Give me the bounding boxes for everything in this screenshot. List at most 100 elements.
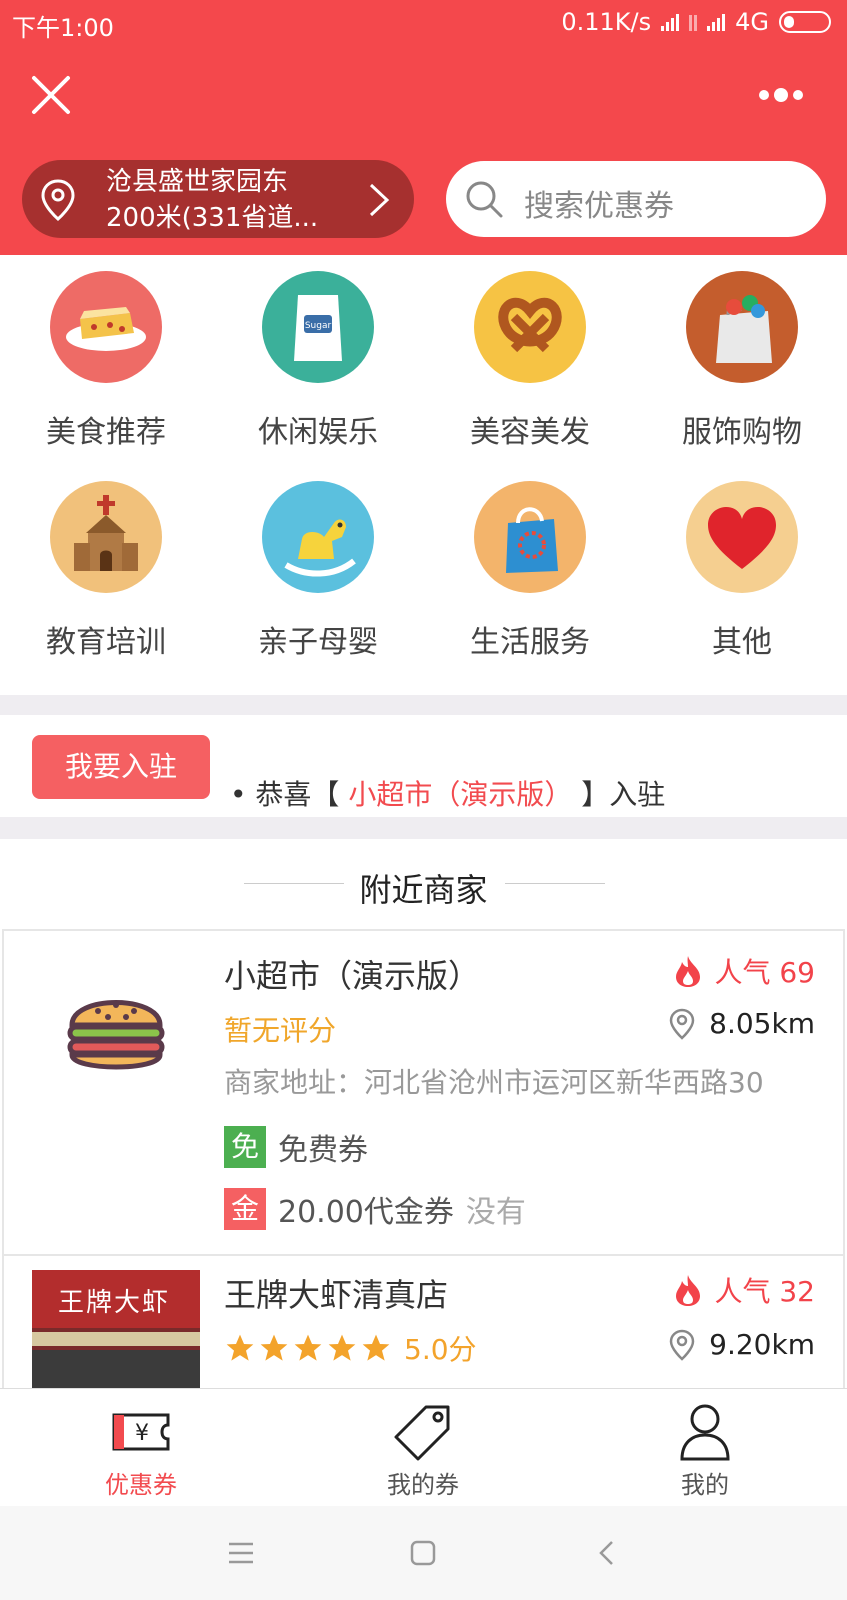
bottom-tabbar: ¥ 优惠券 我的券 我的: [0, 1388, 847, 1506]
location-text: 沧县盛世家园东 200米(331省道...: [106, 164, 346, 236]
category-label: 其他: [712, 625, 772, 660]
signal-icon-2: [707, 13, 726, 31]
tag-icon: [394, 1405, 450, 1461]
data-transfer-icon: [689, 13, 698, 31]
category-other[interactable]: 其他: [636, 481, 847, 661]
cake-icon: [50, 271, 162, 383]
church-icon: [50, 481, 162, 593]
network-type: 4G: [735, 8, 769, 36]
free-tag: 免: [224, 1126, 266, 1168]
star-icon: [226, 1334, 254, 1361]
location-selector[interactable]: 沧县盛世家园东 200米(331省道...: [22, 160, 414, 238]
star-icon: [294, 1334, 322, 1361]
shopping-bag-icon: [474, 481, 586, 593]
system-nav-bar: [0, 1506, 847, 1600]
svg-text:Sugar: Sugar: [305, 321, 332, 331]
category-label: 休闲娱乐: [258, 415, 378, 450]
popularity-text: 人气 32: [714, 1275, 815, 1308]
news-prefix: • 恭喜【: [230, 778, 340, 811]
popularity-text: 人气 69: [714, 956, 815, 989]
header-bar: 下午1:00 0.11K/s 4G 沧县盛世家园东 200米(331省道...: [0, 0, 847, 255]
menu-icon[interactable]: [228, 1542, 254, 1564]
storefront-sign: 王牌大虾: [58, 1288, 171, 1318]
category-leisure[interactable]: Sugar 休闲娱乐: [212, 271, 424, 451]
category-parenting[interactable]: 亲子母婴: [212, 481, 424, 661]
distance: 9.20km: [669, 1328, 815, 1361]
svg-text:¥: ¥: [135, 1421, 149, 1446]
join-merchant-button[interactable]: 我要入驻: [32, 735, 210, 799]
search-input[interactable]: 搜索优惠券: [446, 161, 826, 237]
merchant-card[interactable]: 小超市（演示版） 人气 69 暂无评分 8.05km 商家地址：河北省沧州市运河…: [2, 929, 845, 1256]
location-line-2: 200米(331省道...: [106, 203, 319, 233]
battery-icon: [779, 11, 831, 33]
category-label: 服饰购物: [682, 415, 802, 450]
location-pin-icon: [669, 1008, 695, 1040]
coupon-label: 20.00代金券: [278, 1195, 454, 1230]
divider: [0, 695, 847, 715]
home-icon[interactable]: [410, 1540, 436, 1566]
category-label: 生活服务: [470, 625, 590, 660]
distance-text: 9.20km: [709, 1328, 815, 1361]
section-title: 附近商家: [359, 871, 488, 909]
network-speed: 0.11K/s: [561, 8, 652, 36]
gift-bag-icon: [686, 271, 798, 383]
popularity: 人气 32: [674, 1270, 815, 1310]
join-news-ticker[interactable]: • 恭喜【 小超市（演示版） 】入驻: [230, 773, 665, 813]
coupon-free[interactable]: 免 免费券: [224, 1125, 368, 1169]
category-label: 美容美发: [470, 415, 590, 450]
star-rating: 5.0分: [224, 1328, 477, 1368]
merchant-address: 商家地址：河北省沧州市运河区新华西路30: [224, 1066, 764, 1099]
category-education[interactable]: 教育培训: [0, 481, 212, 661]
close-icon[interactable]: [30, 74, 72, 116]
rating-score: 5.0分: [404, 1333, 477, 1366]
distance: 8.05km: [669, 1007, 815, 1040]
popularity: 人气 69: [674, 951, 815, 991]
status-time: 下午1:00: [12, 14, 114, 42]
tab-label: 我的: [681, 1471, 729, 1499]
category-grid: 美食推荐 Sugar 休闲娱乐 美容美发 服饰购物 教育培训 亲子母婴 生活服务…: [0, 255, 847, 695]
tab-profile[interactable]: 我的: [564, 1389, 846, 1507]
distance-text: 8.05km: [709, 1007, 815, 1040]
merchant-name: 小超市（演示版）: [224, 957, 481, 995]
sugar-bag-icon: Sugar: [262, 271, 374, 383]
nearby-section-header: 附近商家: [0, 839, 847, 929]
title-line-right: [505, 883, 605, 884]
star-icon: [328, 1334, 356, 1361]
tab-coupons[interactable]: ¥ 优惠券: [0, 1389, 282, 1507]
status-bar: 下午1:00 0.11K/s 4G: [0, 0, 847, 44]
tab-label: 优惠券: [105, 1471, 177, 1499]
back-icon[interactable]: [598, 1540, 614, 1566]
search-icon: [466, 181, 503, 218]
tab-label: 我的券: [387, 1471, 459, 1499]
merchant-storefront-image: 王牌大虾: [32, 1270, 200, 1392]
location-pin-icon: [41, 179, 75, 221]
divider: [0, 817, 847, 839]
status-indicators: 0.11K/s 4G: [561, 8, 831, 36]
coupon-label: 免费券: [278, 1133, 368, 1168]
category-food[interactable]: 美食推荐: [0, 271, 212, 451]
rocking-horse-icon: [262, 481, 374, 593]
category-label: 教育培训: [46, 625, 166, 660]
category-label: 美食推荐: [46, 415, 166, 450]
search-placeholder: 搜索优惠券: [524, 189, 674, 224]
more-menu-icon[interactable]: [759, 84, 803, 106]
category-services[interactable]: 生活服务: [424, 481, 636, 661]
location-line-1: 沧县盛世家园东: [106, 167, 289, 197]
category-label: 亲子母婴: [258, 625, 378, 660]
category-shopping[interactable]: 服饰购物: [636, 271, 847, 451]
pretzel-icon: [474, 271, 586, 383]
fire-icon: [676, 956, 701, 987]
coupon-note: 没有: [465, 1195, 526, 1230]
category-beauty[interactable]: 美容美发: [424, 271, 636, 451]
merchant-name: 王牌大虾清真店: [224, 1276, 449, 1314]
join-banner: 我要入驻 • 恭喜【 小超市（演示版） 】入驻: [0, 715, 847, 817]
star-icon: [260, 1334, 288, 1361]
news-suffix: 】入驻: [581, 778, 666, 811]
location-pin-icon: [669, 1329, 695, 1361]
news-highlight: 小超市（演示版）: [348, 778, 573, 811]
tab-my-coupons[interactable]: 我的券: [282, 1389, 564, 1507]
merchant-card[interactable]: 王牌大虾 王牌大虾清真店 人气 32 5.0分 9.20km: [2, 1254, 845, 1392]
coupon-cash[interactable]: 金 20.00代金券 没有: [224, 1187, 526, 1231]
chevron-right-icon: [369, 183, 390, 217]
signal-icon: [661, 13, 680, 31]
